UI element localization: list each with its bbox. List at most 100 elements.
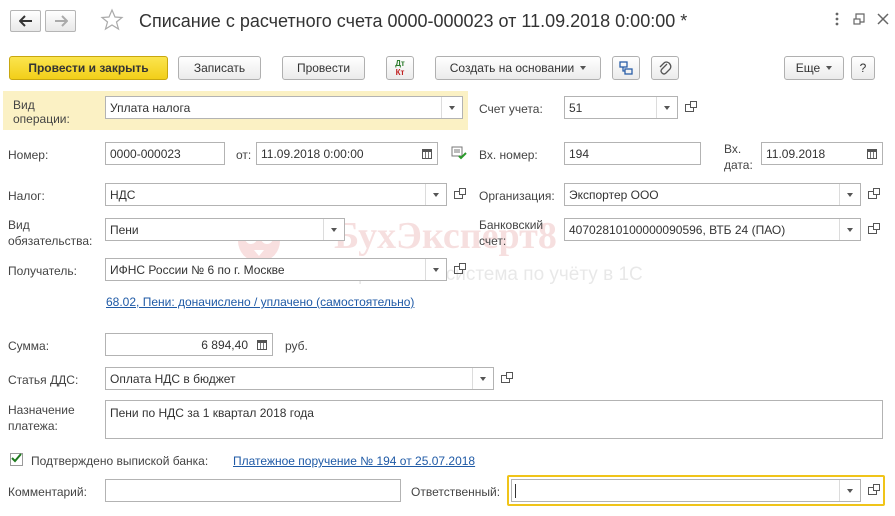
save-button[interactable]: Записать (178, 56, 261, 80)
organization-value: Экспортер ООО (569, 187, 659, 202)
maximize-icon[interactable] (853, 12, 867, 29)
checkmark-icon (11, 453, 22, 463)
chevron-down-icon[interactable] (656, 97, 677, 118)
create-based-on-button[interactable]: Создать на основании (435, 56, 601, 80)
amount-field[interactable]: 6 894,40 (105, 333, 273, 356)
chevron-down-icon[interactable] (839, 184, 860, 205)
tax-value: НДС (110, 187, 136, 202)
in-date-value: 11.09.2018 (766, 146, 826, 161)
number-value: 0000-000023 (110, 146, 181, 161)
in-number-field[interactable]: 194 (564, 142, 701, 165)
date-field[interactable]: 11.09.2018 0:00:00 (256, 142, 438, 165)
favorite-star-icon[interactable] (100, 8, 124, 35)
responsible-value (515, 483, 839, 498)
in-number-value: 194 (569, 146, 590, 161)
chevron-down-icon[interactable] (425, 259, 446, 280)
confirmed-label: Подтверждено выпиской банка: (31, 454, 209, 468)
date-label: от: (236, 148, 252, 162)
chevron-down-icon (826, 66, 833, 70)
responsible-open-button[interactable] (861, 479, 883, 502)
more-button[interactable]: Еще (784, 56, 844, 80)
payment-order-link[interactable]: Платежное поручение № 194 от 25.07.2018 (233, 454, 475, 468)
recipient-label: Получатель: (8, 264, 77, 278)
paperclip-icon (659, 61, 672, 75)
in-number-label: Вх. номер: (479, 148, 538, 162)
bank-account-value: 40702810100000090596, ВТБ 24 (ПАО) (569, 222, 786, 237)
open-icon (867, 187, 880, 199)
tax-open-button[interactable] (447, 183, 469, 206)
account-select[interactable]: 51 (564, 96, 678, 119)
open-icon (500, 371, 513, 383)
account-value: 51 (569, 100, 583, 115)
number-label: Номер: (8, 148, 49, 162)
open-icon (453, 262, 466, 274)
chevron-down-icon[interactable] (472, 368, 493, 389)
calculator-icon[interactable] (252, 334, 272, 355)
obligation-value: Пени (110, 222, 139, 237)
structure-icon (619, 61, 633, 75)
in-date-field[interactable]: 11.09.2018 (761, 142, 883, 165)
responsible-label: Ответственный: (411, 485, 501, 499)
operation-type-select[interactable]: Уплата налога (105, 96, 463, 119)
window-menu-icon[interactable] (830, 12, 844, 29)
comment-field[interactable] (105, 479, 401, 502)
tax-label: Налог: (8, 189, 45, 203)
purpose-textarea[interactable]: Пени по НДС за 1 квартал 2018 года (105, 400, 883, 439)
operation-type-label: Вид операции: (13, 98, 70, 126)
document-check-icon[interactable] (451, 146, 467, 163)
dt-kt-button[interactable]: Дт Кт (386, 56, 414, 80)
create-based-on-label: Создать на основании (449, 61, 575, 75)
organization-open-button[interactable] (861, 183, 883, 206)
chevron-down-icon[interactable] (839, 219, 860, 240)
bank-account-label: Банковский счет: (479, 218, 544, 248)
amount-label: Сумма: (8, 339, 50, 353)
confirmed-checkbox[interactable] (10, 453, 23, 466)
kt-label: Кт (395, 68, 405, 77)
account-open-button[interactable] (678, 96, 700, 119)
tax-select[interactable]: НДС (105, 183, 447, 206)
dds-open-button[interactable] (494, 367, 516, 390)
recipient-open-button[interactable] (447, 258, 469, 281)
recipient-value: ИФНС России № 6 по г. Москве (110, 262, 285, 277)
chevron-down-icon[interactable] (441, 97, 462, 118)
dds-select[interactable]: Оплата НДС в бюджет (105, 367, 494, 390)
comment-label: Комментарий: (8, 485, 87, 499)
chevron-down-icon (580, 66, 587, 70)
obligation-label: Вид обязательства: (8, 218, 93, 248)
open-icon (867, 222, 880, 234)
amount-unit: руб. (285, 339, 308, 353)
organization-select[interactable]: Экспортер ООО (564, 183, 861, 206)
forward-button[interactable] (45, 10, 76, 32)
accounting-link[interactable]: 68.02, Пени: доначислено / уплачено (сам… (106, 295, 414, 309)
close-icon[interactable] (876, 12, 890, 29)
responsible-select[interactable] (511, 479, 861, 502)
purpose-label: Назначение платежа: (8, 403, 75, 433)
date-value: 11.09.2018 0:00:00 (261, 146, 364, 161)
chevron-down-icon[interactable] (425, 184, 446, 205)
recipient-select[interactable]: ИФНС России № 6 по г. Москве (105, 258, 447, 281)
calendar-icon[interactable] (417, 143, 437, 164)
amount-value: 6 894,40 (201, 337, 248, 352)
page-title: Списание с расчетного счета 0000-000023 … (139, 11, 688, 31)
attach-button[interactable] (651, 56, 679, 80)
more-label: Еще (795, 61, 821, 75)
chevron-down-icon[interactable] (323, 219, 344, 240)
help-button[interactable]: ? (851, 56, 875, 80)
obligation-select[interactable]: Пени (105, 218, 345, 241)
dds-value: Оплата НДС в бюджет (110, 371, 236, 386)
operation-type-value: Уплата налога (110, 100, 191, 115)
bank-account-select[interactable]: 40702810100000090596, ВТБ 24 (ПАО) (564, 218, 861, 241)
post-button[interactable]: Провести (282, 56, 365, 80)
dt-label: Дт (395, 59, 405, 68)
purpose-value: Пени по НДС за 1 квартал 2018 года (110, 406, 314, 420)
post-and-close-button[interactable]: Провести и закрыть (9, 56, 168, 80)
open-icon (867, 483, 880, 495)
open-icon (684, 100, 697, 112)
number-field[interactable]: 0000-000023 (105, 142, 225, 165)
structure-button[interactable] (612, 56, 640, 80)
calendar-icon[interactable] (862, 143, 882, 164)
in-date-label: Вх. дата: (724, 142, 753, 172)
chevron-down-icon[interactable] (839, 480, 860, 501)
bank-account-open-button[interactable] (861, 218, 883, 241)
back-button[interactable] (10, 10, 41, 32)
